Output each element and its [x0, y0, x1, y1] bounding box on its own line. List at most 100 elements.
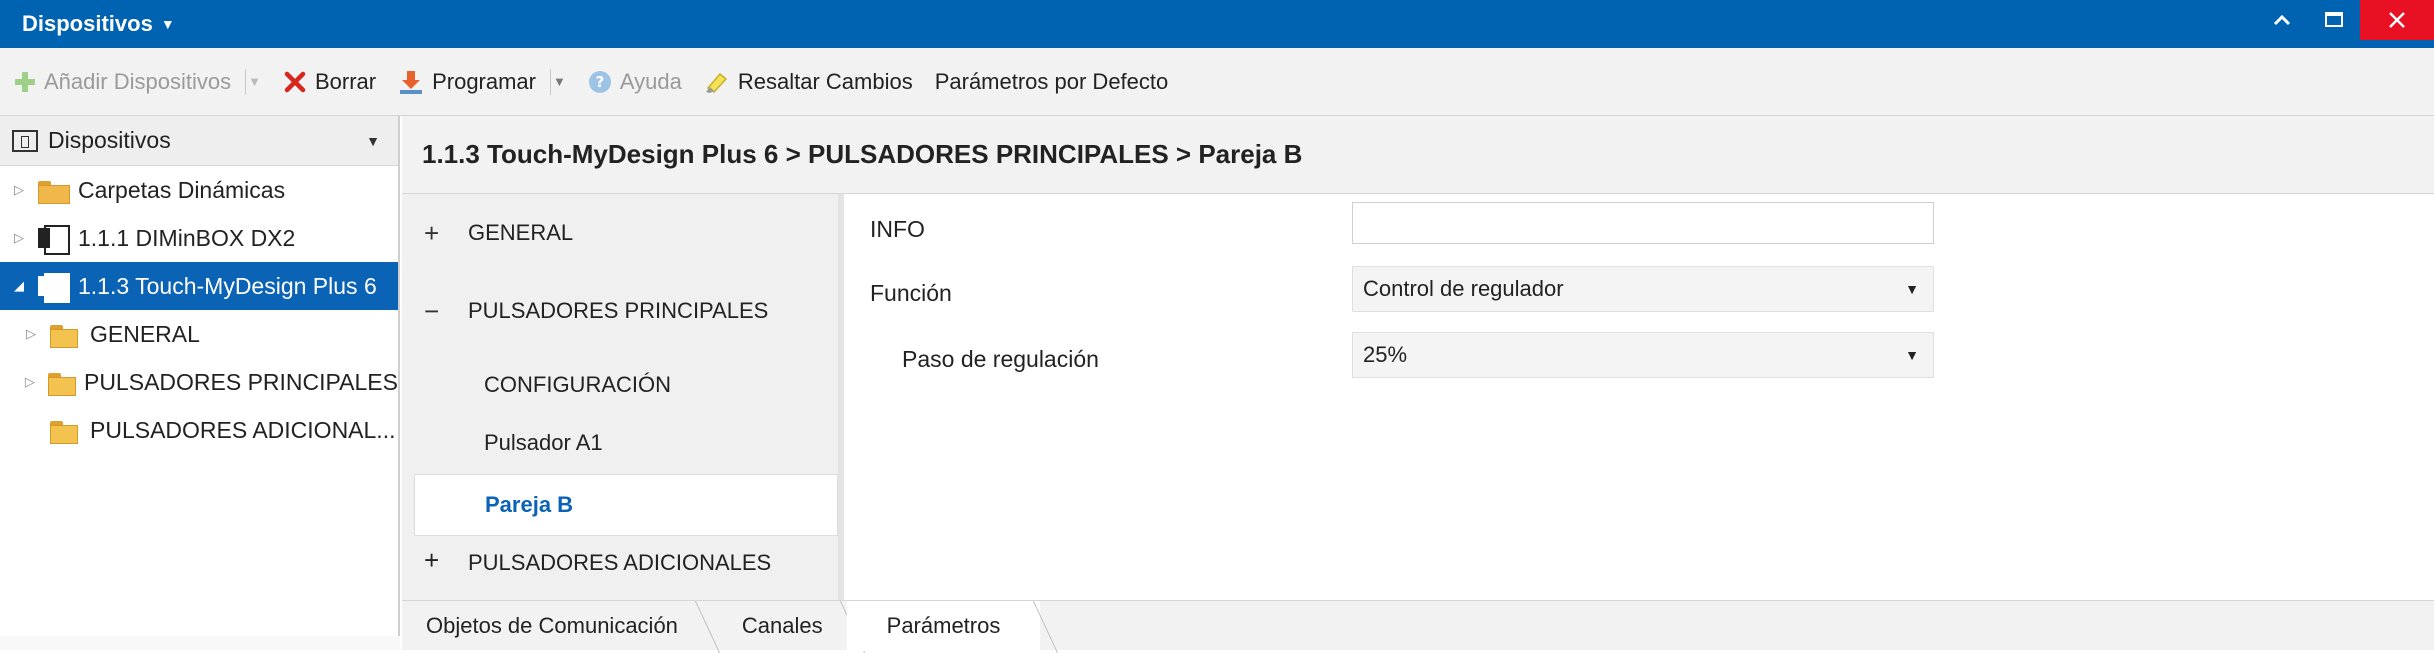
folder-icon: [47, 370, 77, 396]
nav-item-label: CONFIGURACIÓN: [484, 372, 671, 397]
minimize-button[interactable]: [2256, 0, 2308, 40]
help-icon: ?: [588, 70, 611, 93]
devices-panel: Dispositivos ▼ ▷ Carpetas Dinámicas ▷ 1.…: [0, 116, 400, 650]
nav-group-general[interactable]: + GENERAL: [402, 194, 838, 272]
nav-item-button-a1[interactable]: Pulsador A1: [402, 412, 838, 474]
nav-group-main-buttons[interactable]: − PULSADORES PRINCIPALES: [402, 272, 838, 350]
highlighter-icon: [705, 72, 727, 93]
tree-item-general[interactable]: ▷ GENERAL: [0, 310, 398, 358]
tree-item-label: Carpetas Dinámicas: [78, 176, 286, 203]
tree-item-dynamic-folders[interactable]: ▷ Carpetas Dinámicas: [0, 166, 398, 214]
tree-item-touch-mydesign[interactable]: ◢ 1.1.3 Touch-MyDesign Plus 6: [0, 262, 398, 310]
nav-group-label: GENERAL: [468, 220, 574, 245]
tree-item-label: 1.1.1 DIMinBOX DX2: [78, 224, 296, 251]
chevron-down-icon[interactable]: ▼: [366, 133, 380, 149]
program-button[interactable]: Programar: [398, 69, 536, 95]
breadcrumb-text: 1.1.3 Touch-MyDesign Plus 6 > PULSADORES…: [422, 139, 1303, 169]
function-select-value: Control de regulador: [1363, 276, 1564, 301]
tree-item-main-buttons[interactable]: ▷ PULSADORES PRINCIPALES: [0, 358, 398, 406]
program-dropdown[interactable]: ▼: [553, 74, 566, 89]
tab-label: Parámetros: [886, 612, 1001, 638]
tree-item-additional-buttons[interactable]: PULSADORES ADICIONAL...: [0, 406, 398, 454]
nav-group-label: PULSADORES PRINCIPALES: [468, 298, 769, 323]
expand-arrow-icon[interactable]: ▷: [22, 326, 40, 342]
delete-x-icon: [284, 71, 306, 92]
close-button[interactable]: [2360, 0, 2434, 40]
nav-group-additional-buttons[interactable]: + PULSADORES ADICIONALES: [402, 536, 838, 576]
step-select[interactable]: 25% ▼: [1352, 332, 1934, 378]
window-controls: [2256, 0, 2434, 40]
function-label-text: Función: [870, 279, 952, 306]
folder-icon: [50, 418, 80, 444]
tree-item-label: PULSADORES ADICIONAL...: [90, 416, 396, 443]
chevron-down-icon: ▼: [160, 16, 175, 32]
nav-item-configuration[interactable]: CONFIGURACIÓN: [402, 350, 838, 412]
bottom-tabs: Objetos de Comunicación Canales Parámetr…: [402, 600, 2434, 651]
tab-channels[interactable]: Canales: [702, 601, 847, 651]
minimize-icon: [2273, 14, 2291, 26]
help-button[interactable]: ? Ayuda: [588, 69, 682, 95]
tree-item-diminbox[interactable]: ▷ 1.1.1 DIMinBOX DX2: [0, 214, 398, 262]
tree-item-label: PULSADORES PRINCIPALES: [83, 368, 398, 395]
close-icon: [2389, 12, 2405, 28]
info-input[interactable]: [1352, 202, 1934, 244]
default-params-button[interactable]: Parámetros por Defecto: [935, 69, 1169, 95]
function-select[interactable]: Control de regulador ▼: [1352, 266, 1934, 312]
expand-plus-icon: +: [424, 217, 440, 248]
folder-icon: [38, 178, 70, 204]
device-icon: [38, 273, 70, 303]
maximize-button[interactable]: [2308, 0, 2360, 40]
parameters-panel: INFO Función Control de regulador ▼ Paso…: [850, 194, 2434, 600]
info-label-text: INFO: [870, 215, 925, 242]
breadcrumb: 1.1.3 Touch-MyDesign Plus 6 > PULSADORES…: [402, 116, 2434, 194]
highlight-changes-button[interactable]: Resaltar Cambios: [704, 69, 913, 95]
devices-view-icon: [12, 129, 38, 152]
devices-panel-title: Dispositivos: [48, 127, 171, 153]
window-title-menu[interactable]: Dispositivos ▼: [0, 11, 175, 37]
download-program-icon: [400, 70, 423, 94]
help-label: Ayuda: [619, 68, 682, 94]
folder-icon: [50, 322, 80, 348]
chevron-down-icon: ▼: [1905, 281, 1919, 297]
step-select-value: 25%: [1363, 342, 1408, 367]
function-label: Función: [870, 276, 952, 310]
toolbar-divider: [550, 68, 551, 95]
expand-arrow-icon[interactable]: ▷: [10, 182, 28, 198]
info-label: INFO: [870, 212, 925, 246]
toolbar: Añadir Dispositivos ▼ Borrar Programar ▼…: [0, 48, 2434, 116]
tab-label: Canales: [741, 612, 823, 638]
nav-item-label: Pareja B: [485, 492, 574, 517]
tab-label: Objetos de Comunicación: [426, 612, 678, 638]
device-icon: [38, 225, 70, 255]
tree-item-label: 1.1.3 Touch-MyDesign Plus 6: [78, 272, 377, 299]
expand-arrow-icon[interactable]: ▷: [22, 374, 38, 390]
tab-communication-objects[interactable]: Objetos de Comunicación: [402, 601, 702, 651]
nav-group-label: PULSADORES ADICIONALES: [468, 550, 772, 575]
delete-label: Borrar: [314, 68, 377, 94]
add-devices-button[interactable]: Añadir Dispositivos: [14, 69, 231, 95]
step-label: Paso de regulación: [902, 342, 1099, 376]
chevron-down-icon: ▼: [1905, 347, 1919, 363]
tree-item-label: GENERAL: [90, 320, 200, 347]
panel-bottom-edge: [0, 636, 400, 650]
title-bar: Dispositivos ▼: [0, 0, 2434, 48]
window-title: Dispositivos: [22, 11, 153, 36]
devices-panel-header[interactable]: Dispositivos ▼: [0, 116, 398, 166]
default-params-label: Parámetros por Defecto: [934, 68, 1169, 94]
expand-plus-icon: +: [424, 545, 440, 575]
toolbar-divider: [245, 68, 247, 95]
collapse-minus-icon: −: [424, 295, 440, 326]
nav-item-pair-b[interactable]: Pareja B: [414, 474, 838, 536]
expand-arrow-icon[interactable]: ▷: [10, 230, 28, 246]
tab-parameters[interactable]: Parámetros: [846, 600, 1041, 651]
step-label-text: Paso de regulación: [902, 345, 1099, 372]
program-label: Programar: [432, 68, 536, 94]
maximize-icon: [2325, 12, 2343, 27]
delete-button[interactable]: Borrar: [283, 69, 376, 95]
add-devices-dropdown[interactable]: ▼: [248, 74, 261, 89]
plus-icon: [15, 71, 35, 92]
highlight-changes-label: Resaltar Cambios: [737, 68, 913, 94]
collapse-arrow-icon[interactable]: ◢: [10, 278, 28, 294]
parameter-nav: + GENERAL − PULSADORES PRINCIPALES CONFI…: [402, 194, 844, 600]
svg-text:?: ?: [596, 73, 605, 91]
